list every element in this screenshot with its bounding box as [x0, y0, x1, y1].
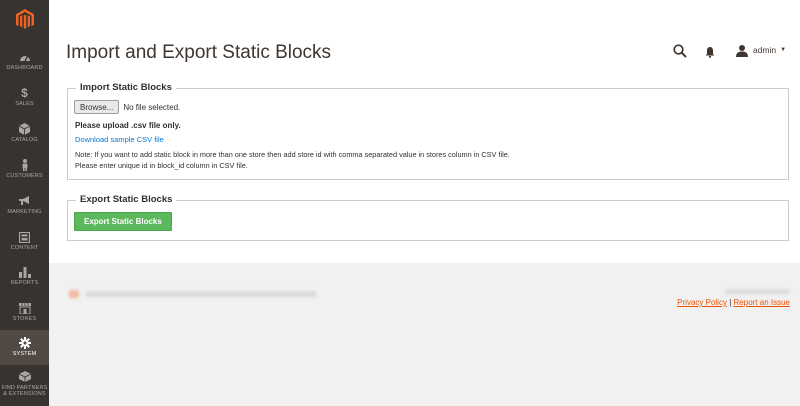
footer-version: [725, 289, 790, 294]
chevron-down-icon: ▼: [780, 47, 787, 53]
cube-icon: [19, 123, 31, 136]
privacy-policy-link[interactable]: Privacy Policy: [677, 298, 727, 307]
megaphone-icon: [18, 195, 31, 207]
admin-sidebar: DASHBOARD $ SALES CATALOG CUSTOMERS MARK…: [0, 0, 49, 406]
sidebar-item-stores[interactable]: STORES: [0, 295, 49, 330]
user-name: admin: [753, 45, 777, 55]
sidebar-item-label: & EXTENSIONS: [3, 391, 46, 397]
export-static-blocks-button[interactable]: Export Static Blocks: [74, 212, 172, 231]
footer-links: Privacy Policy | Report an Issue: [677, 298, 790, 307]
sidebar-item-label: DASHBOARD: [6, 65, 43, 72]
export-legend: Export Static Blocks: [76, 194, 177, 205]
gear-icon: [18, 337, 31, 350]
sidebar-item-label: MARKETING: [7, 209, 42, 216]
file-status: No file selected.: [123, 102, 181, 112]
export-static-blocks-section: Export Static Blocks Export Static Block…: [67, 194, 789, 241]
page-footer: Privacy Policy | Report an Issue: [49, 263, 800, 406]
footer-logo: [69, 290, 79, 298]
sidebar-item-label: CATALOG: [11, 137, 38, 144]
sidebar-item-marketing[interactable]: MARKETING: [0, 188, 49, 223]
sidebar-item-customers[interactable]: CUSTOMERS: [0, 152, 49, 187]
sidebar-item-label: REPORTS: [10, 280, 39, 287]
person-icon: [19, 159, 31, 172]
import-note-line: Please enter unique id in block_id colum…: [75, 161, 248, 170]
content-icon: [19, 231, 31, 243]
sidebar-item-sales[interactable]: $ SALES: [0, 80, 49, 115]
footer-separator: |: [729, 298, 732, 307]
bar-chart-icon: [18, 266, 31, 279]
download-sample-csv-link[interactable]: Download sample CSV file: [75, 135, 164, 144]
store-icon: [18, 302, 31, 314]
user-menu[interactable]: admin ▼: [736, 43, 786, 57]
magento-logo-icon[interactable]: [0, 0, 49, 38]
sidebar-item-reports[interactable]: REPORTS: [0, 259, 49, 294]
browse-button[interactable]: Browse...: [74, 100, 120, 114]
footer-copyright: [85, 291, 317, 297]
import-note-line: Note: If you want to add static block in…: [75, 150, 510, 159]
sidebar-item-catalog[interactable]: CATALOG: [0, 116, 49, 151]
sidebar-item-label: CONTENT: [10, 245, 39, 252]
import-static-blocks-section: Import Static Blocks Browse... No file s…: [67, 82, 789, 180]
import-legend: Import Static Blocks: [76, 82, 176, 93]
dollar-icon: $: [21, 86, 28, 101]
file-upload-control: Browse... No file selected.: [74, 100, 180, 114]
sidebar-item-content[interactable]: CONTENT: [0, 224, 49, 259]
partners-icon: [18, 371, 31, 383]
import-note: Note: If you want to add static block in…: [75, 149, 510, 171]
sidebar-item-label: STORES: [12, 316, 37, 323]
search-icon[interactable]: [673, 44, 687, 58]
dashboard-icon: [19, 51, 31, 63]
sidebar-item-label: CUSTOMERS: [6, 173, 43, 180]
sidebar-item-dashboard[interactable]: DASHBOARD: [0, 44, 49, 79]
sidebar-item-label: SYSTEM: [12, 351, 37, 358]
sidebar-item-label: SALES: [15, 101, 34, 108]
bell-icon[interactable]: [704, 45, 716, 58]
sidebar-item-find-partners[interactable]: FIND PARTNERS & EXTENSIONS: [0, 364, 49, 404]
upload-note: Please upload .csv file only.: [75, 121, 181, 130]
page-title: Import and Export Static Blocks: [66, 42, 332, 63]
user-icon: [736, 44, 748, 57]
sidebar-item-system[interactable]: SYSTEM: [0, 330, 49, 365]
report-issue-link[interactable]: Report an Issue: [734, 298, 790, 307]
